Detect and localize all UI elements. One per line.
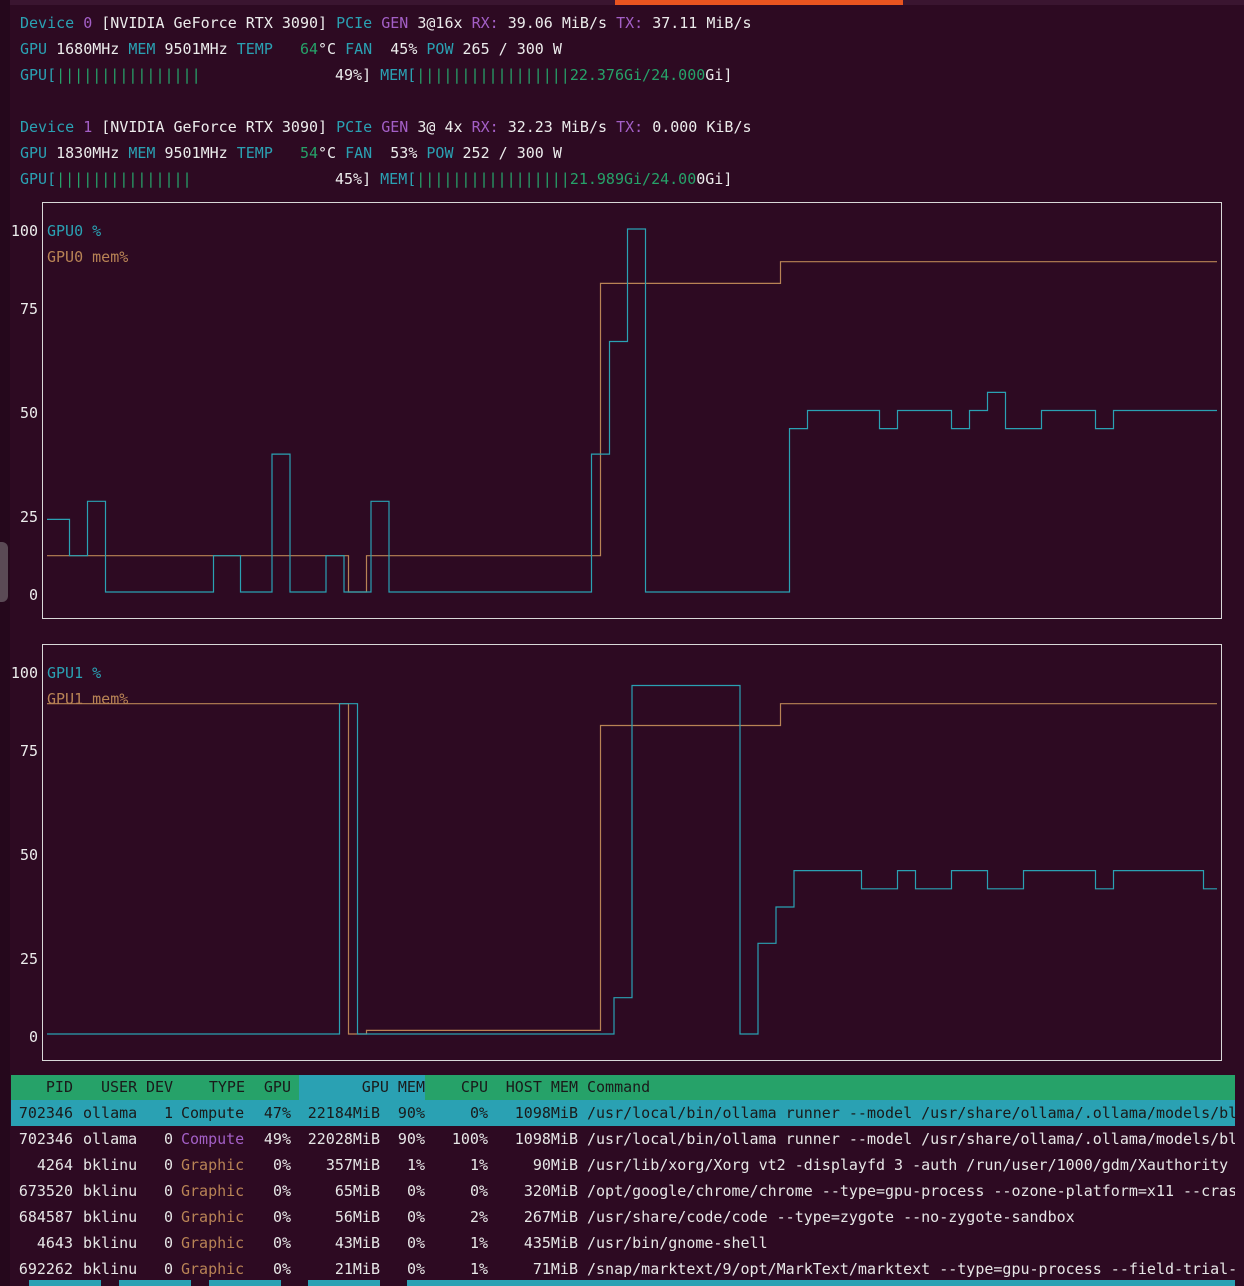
legend-gpu1-mem: GPU1 mem% [47, 690, 129, 708]
cell-dev: 0 [163, 1130, 173, 1148]
col-pid[interactable]: PID [11, 1075, 73, 1101]
series-line-gpu1- [47, 684, 1217, 1035]
fkey-hint[interactable] [308, 1280, 380, 1286]
cell-gpu-mem-pct: 0% [406, 1260, 425, 1278]
cell-gpu: 0% [272, 1182, 291, 1200]
table-row[interactable]: 4643 bklinu 0 Graphic 0% 43MiB 0% 1% 435MiB/usr/… [11, 1230, 1235, 1256]
cell-command: /usr/local/bin/ollama runner --model /us… [587, 1130, 1235, 1148]
cell-dev: 1 [163, 1104, 173, 1122]
cell-gpu-mem: 43MiB [334, 1234, 380, 1252]
col-type[interactable]: TYPE [181, 1075, 245, 1101]
cell-host-mem: 320MiB [523, 1182, 578, 1200]
cell-cpu: 0% [469, 1182, 488, 1200]
function-key-bar [11, 1280, 1235, 1286]
table-row[interactable]: 692262 bklinu 0 Graphic 0% 21MiB 0% 1% 71MiB/sna… [11, 1256, 1235, 1282]
cell-command: /opt/google/chrome/chrome --type=gpu-pro… [587, 1182, 1235, 1200]
cell-pid: 673520 [18, 1182, 73, 1200]
cell-pid: 684587 [18, 1208, 73, 1226]
cell-gpu: 49% [263, 1130, 291, 1148]
table-row[interactable]: 702346 ollama 0 Compute 49% 22028MiB 90% 100% 10… [11, 1126, 1235, 1152]
cell-gpu-mem-pct: 0% [406, 1208, 425, 1226]
table-row[interactable]: 684587 bklinu 0 Graphic 0% 56MiB 0% 2% 267MiB/us… [11, 1204, 1235, 1230]
cell-gpu: 47% [263, 1104, 291, 1122]
cell-host-mem: 71MiB [532, 1260, 578, 1278]
cell-pid: 4643 [36, 1234, 73, 1252]
cell-type: Compute [181, 1104, 245, 1122]
process-table: PID USER DEV TYPE GPU GPU MEM CPU HOST M… [11, 1075, 1235, 1282]
cell-gpu: 0% [272, 1156, 291, 1174]
fkey-hint[interactable] [29, 1280, 101, 1286]
col-dev[interactable]: DEV [146, 1075, 173, 1101]
cell-gpu-mem: 56MiB [334, 1208, 380, 1226]
cell-user: bklinu [83, 1182, 138, 1200]
cell-host-mem: 435MiB [523, 1234, 578, 1252]
cell-command: /snap/marktext/9/opt/MarkText/marktext -… [587, 1260, 1235, 1278]
cell-gpu-mem: 21MiB [334, 1260, 380, 1278]
cell-host-mem: 1098MiB [514, 1104, 578, 1122]
cell-gpu-mem: 65MiB [334, 1182, 380, 1200]
col-cpu[interactable]: CPU [441, 1075, 488, 1101]
cell-command: /usr/share/code/code --type=zygote --no-… [587, 1208, 1075, 1226]
cell-dev: 0 [163, 1156, 173, 1174]
legend-gpu1-util: GPU1 % [47, 664, 102, 682]
cell-user: ollama [83, 1104, 138, 1122]
cell-dev: 0 [163, 1182, 173, 1200]
cell-cpu: 0% [469, 1104, 488, 1122]
cell-type: Compute [181, 1130, 245, 1148]
col-command[interactable]: Command [587, 1075, 650, 1101]
col-user[interactable]: USER [101, 1075, 137, 1101]
cell-user: bklinu [83, 1156, 138, 1174]
cell-dev: 0 [163, 1208, 173, 1226]
cell-pid: 692262 [18, 1260, 73, 1278]
cell-gpu: 0% [272, 1234, 291, 1252]
col-gpu[interactable]: GPU [251, 1075, 291, 1101]
cell-command: /usr/bin/gnome-shell [587, 1234, 768, 1252]
cell-host-mem: 1098MiB [514, 1130, 578, 1148]
cell-gpu-mem-pct: 90% [397, 1130, 425, 1148]
cell-host-mem: 90MiB [532, 1156, 578, 1174]
cell-gpu: 0% [272, 1260, 291, 1278]
col-host-mem[interactable]: HOST MEM [495, 1075, 578, 1101]
table-header: PID USER DEV TYPE GPU GPU MEM CPU HOST M… [11, 1075, 1235, 1100]
cell-type: Graphic [181, 1234, 245, 1252]
cell-gpu-mem: 357MiB [325, 1156, 380, 1174]
col-gpu-mem[interactable]: GPU MEM [311, 1075, 425, 1101]
cell-pid: 4264 [36, 1156, 73, 1174]
cell-pid: 702346 [18, 1130, 73, 1148]
cell-user: bklinu [83, 1260, 138, 1278]
cell-host-mem: 267MiB [523, 1208, 578, 1226]
cell-user: bklinu [83, 1208, 138, 1226]
cell-gpu-mem: 22028MiB [307, 1130, 380, 1148]
cell-user: ollama [83, 1130, 138, 1148]
cell-type: Graphic [181, 1260, 245, 1278]
cell-cpu: 1% [469, 1260, 488, 1278]
cell-command: /usr/local/bin/ollama runner --model /us… [587, 1104, 1235, 1122]
cell-gpu-mem-pct: 0% [406, 1182, 425, 1200]
cell-gpu-mem: 22184MiB [307, 1104, 380, 1122]
cell-type: Graphic [181, 1156, 245, 1174]
cell-gpu-mem-pct: 90% [397, 1104, 425, 1122]
cell-type: Graphic [181, 1182, 245, 1200]
cell-pid: 702346 [18, 1104, 73, 1122]
fkey-hint[interactable] [407, 1280, 1235, 1286]
table-row[interactable]: 673520 bklinu 0 Graphic 0% 65MiB 0% 0% 320MiB/op… [11, 1178, 1235, 1204]
cell-command: /usr/lib/xorg/Xorg vt2 -displayfd 3 -aut… [587, 1156, 1229, 1174]
fkey-hint[interactable] [209, 1280, 281, 1286]
cell-cpu: 2% [469, 1208, 488, 1226]
cell-cpu: 100% [451, 1130, 488, 1148]
cell-gpu-mem-pct: 0% [406, 1234, 425, 1252]
cell-dev: 0 [163, 1234, 173, 1252]
cell-cpu: 1% [469, 1156, 488, 1174]
cell-dev: 0 [163, 1260, 173, 1278]
cell-user: bklinu [83, 1234, 138, 1252]
table-row[interactable]: 4264 bklinu 0 Graphic 0% 357MiB 1% 1% 90MiB/usr/… [11, 1152, 1235, 1178]
table-row[interactable]: 702346 ollama 1 Compute 47% 22184MiB 90% 0% 1098… [11, 1100, 1235, 1126]
cell-cpu: 1% [469, 1234, 488, 1252]
fkey-hint[interactable] [119, 1280, 191, 1286]
cell-gpu-mem-pct: 1% [406, 1156, 425, 1174]
cell-type: Graphic [181, 1208, 245, 1226]
cell-gpu: 0% [272, 1208, 291, 1226]
